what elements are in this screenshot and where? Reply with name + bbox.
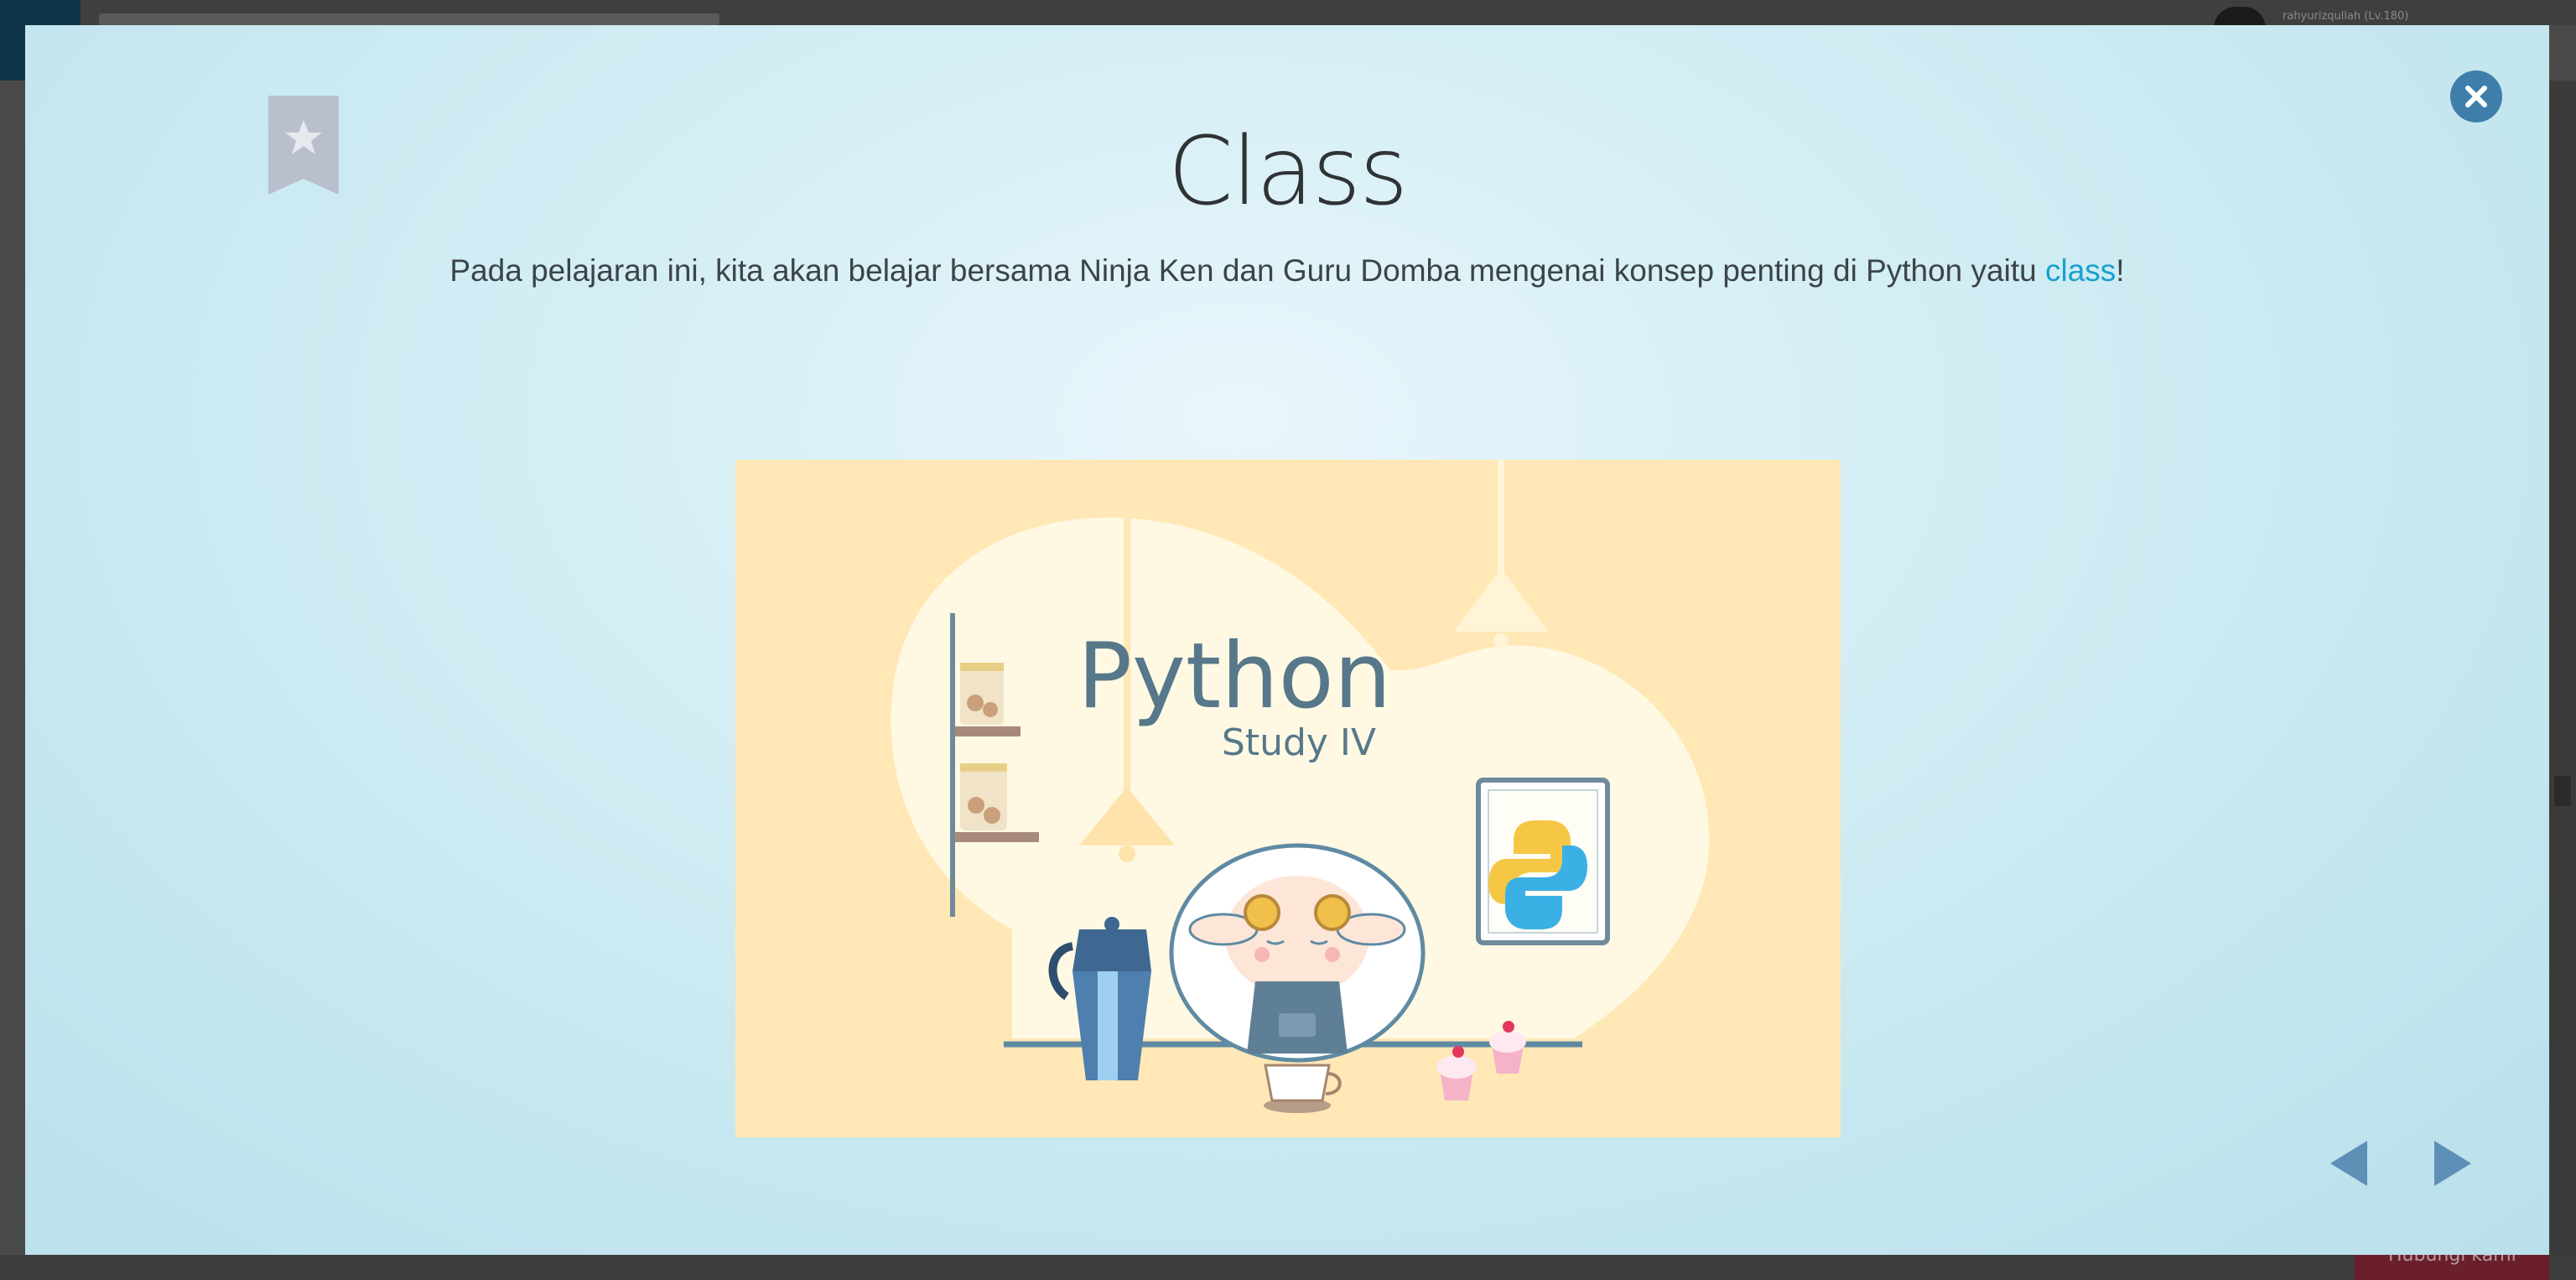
class-link[interactable]: class [2045, 253, 2116, 288]
lesson-description: Pada pelajaran ini, kita akan belajar be… [25, 253, 2549, 289]
illustration-title: Python [1078, 624, 1391, 729]
illustration-drawing: Python Study IV [735, 460, 1841, 1137]
lesson-title: Class [1167, 117, 1409, 226]
illustration-subtitle: Study IV [1222, 721, 1376, 764]
close-button[interactable] [2450, 70, 2502, 122]
lesson-illustration: Python Study IV [735, 460, 1841, 1137]
arrow-left-icon [2330, 1141, 2367, 1186]
description-end: ! [2116, 253, 2125, 288]
background-search-bar [99, 13, 719, 25]
next-button[interactable] [2429, 1137, 2475, 1189]
background-bottom-bar [0, 1255, 2576, 1280]
lesson-modal: Class Pada pelajaran ini, kita akan bela… [25, 25, 2549, 1255]
background-scrollbar-thumb [2554, 776, 2571, 806]
description-text: Pada pelajaran ini, kita akan belajar be… [449, 253, 2045, 288]
background-user-label: rahyurizqullah (Lv.180) [2283, 10, 2409, 23]
background-scrollbar [2549, 81, 2576, 1255]
previous-button[interactable] [2327, 1137, 2372, 1189]
close-icon [2465, 86, 2487, 107]
arrow-right-icon [2434, 1141, 2471, 1186]
